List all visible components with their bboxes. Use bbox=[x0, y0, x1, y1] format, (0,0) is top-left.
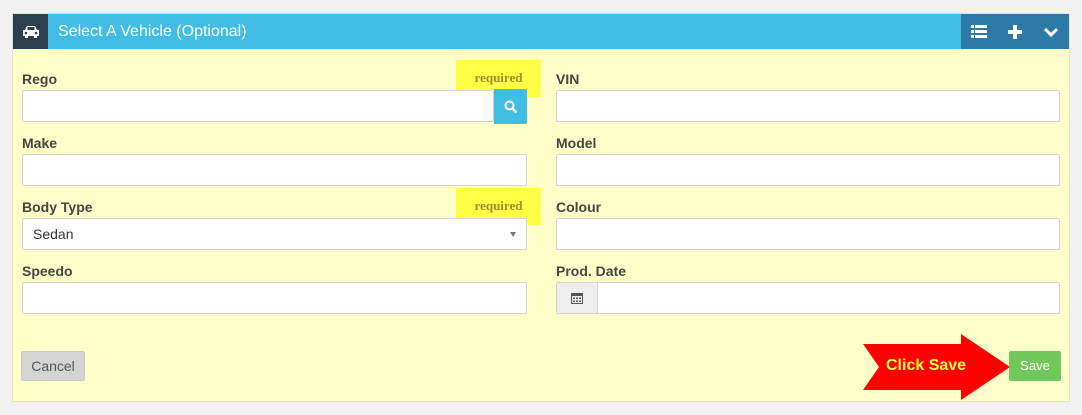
prod-date-input[interactable] bbox=[556, 282, 1060, 314]
search-icon bbox=[504, 100, 517, 113]
plus-icon[interactable] bbox=[997, 14, 1033, 49]
list-icon[interactable] bbox=[961, 14, 997, 49]
colour-label: Colour bbox=[556, 199, 602, 215]
rego-input[interactable] bbox=[22, 90, 494, 122]
car-icon bbox=[13, 14, 48, 49]
caret-down-icon bbox=[510, 232, 516, 237]
chevron-down-icon[interactable] bbox=[1033, 14, 1069, 49]
panel-header: Select A Vehicle (Optional) bbox=[13, 14, 1069, 49]
speedo-label: Speedo bbox=[22, 263, 73, 279]
rego-search-button[interactable] bbox=[494, 89, 527, 124]
speedo-input[interactable] bbox=[22, 282, 527, 314]
panel-title: Select A Vehicle (Optional) bbox=[58, 23, 247, 40]
colour-input[interactable] bbox=[556, 218, 1060, 250]
rego-label: Rego bbox=[22, 71, 57, 87]
make-input[interactable] bbox=[22, 154, 527, 186]
prod-date-label: Prod. Date bbox=[556, 263, 627, 279]
cancel-button[interactable]: Cancel bbox=[21, 351, 85, 381]
vehicle-panel: Select A Vehicle (Optional) Rego require… bbox=[12, 13, 1070, 402]
make-label: Make bbox=[22, 135, 58, 151]
vin-label: VIN bbox=[556, 71, 580, 87]
header-tools bbox=[961, 14, 1069, 49]
body-type-select[interactable]: Sedan bbox=[22, 218, 527, 250]
body-type-value: Sedan bbox=[33, 226, 74, 242]
calendar-icon[interactable] bbox=[557, 283, 598, 313]
model-input[interactable] bbox=[556, 154, 1060, 186]
click-save-annotation: Click Save bbox=[886, 357, 967, 374]
body-type-label: Body Type bbox=[22, 199, 93, 215]
save-button[interactable]: Save bbox=[1009, 351, 1061, 381]
vin-input[interactable] bbox=[556, 90, 1060, 122]
model-label: Model bbox=[556, 135, 597, 151]
